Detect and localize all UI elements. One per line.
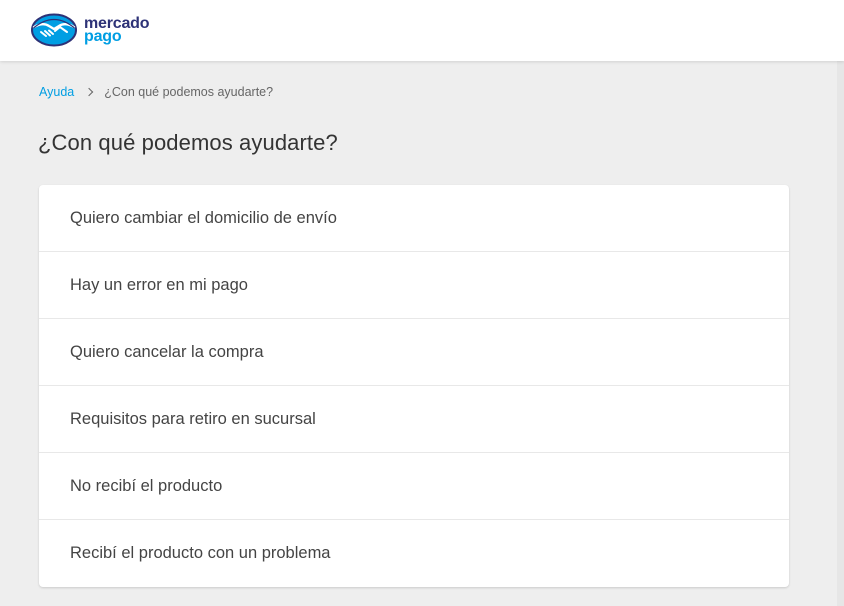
breadcrumb: Ayuda ¿Con qué podemos ayudarte? [39, 84, 273, 100]
mercado-pago-logo[interactable]: mercado pago [31, 12, 149, 48]
logo-wordmark: mercado pago [84, 16, 149, 45]
help-option-label: Quiero cambiar el domicilio de envío [70, 208, 337, 227]
handshake-icon [31, 13, 77, 47]
chevron-right-icon [84, 87, 94, 97]
help-option-no-recibi[interactable]: No recibí el producto [39, 453, 789, 520]
help-option-label: No recibí el producto [70, 476, 223, 495]
help-option-label: Hay un error en mi pago [70, 275, 248, 294]
top-header: mercado pago [0, 0, 844, 61]
help-option-label: Quiero cancelar la compra [70, 342, 264, 361]
help-option-cancelar-compra[interactable]: Quiero cancelar la compra [39, 319, 789, 386]
help-option-label: Requisitos para retiro en sucursal [70, 409, 316, 428]
help-option-error-pago[interactable]: Hay un error en mi pago [39, 252, 789, 319]
help-option-label: Recibí el producto con un problema [70, 544, 331, 562]
help-options-list: Quiero cambiar el domicilio de envío Hay… [39, 185, 789, 587]
help-option-producto-problema[interactable]: Recibí el producto con un problema [39, 520, 789, 587]
page-title: ¿Con qué podemos ayudarte? [38, 130, 338, 155]
logo-line-2: pago [84, 28, 122, 45]
vertical-scrollbar[interactable] [837, 61, 844, 606]
breadcrumb-current: ¿Con qué podemos ayudarte? [104, 85, 274, 99]
breadcrumb-link-ayuda[interactable]: Ayuda [39, 85, 74, 99]
help-option-retiro-sucursal[interactable]: Requisitos para retiro en sucursal [39, 386, 789, 453]
help-option-cambiar-domicilio[interactable]: Quiero cambiar el domicilio de envío [39, 185, 789, 252]
